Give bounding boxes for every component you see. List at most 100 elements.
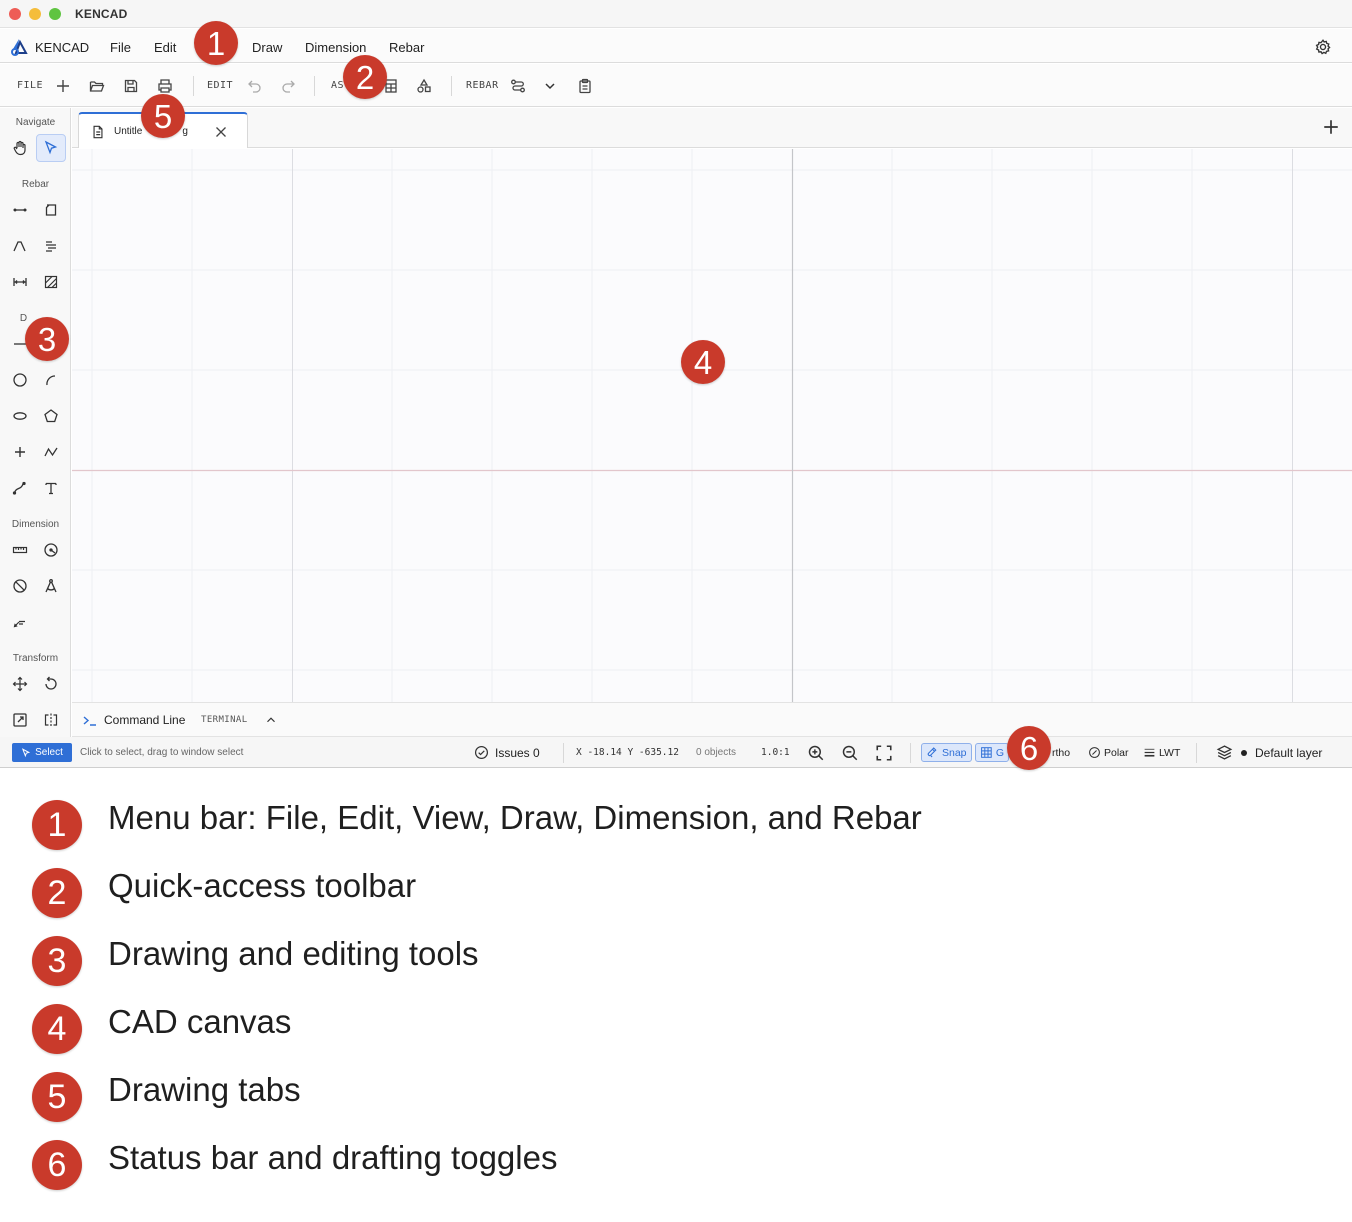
hatch-square-icon — [44, 275, 58, 289]
bent-bar-tool[interactable] — [5, 232, 35, 260]
command-line-panel[interactable]: Command Line TERMINAL — [72, 702, 1352, 737]
legend-text-5: Drawing tabs — [108, 1071, 301, 1108]
section-navigate-label: Navigate — [15, 117, 56, 128]
snap-toggle[interactable]: Snap — [921, 743, 972, 762]
document-icon — [93, 125, 103, 139]
ellipse-icon — [13, 412, 27, 420]
hatch-area-tool[interactable] — [36, 268, 66, 296]
legend-text-2: Quick-access toolbar — [108, 867, 417, 904]
move-arrows-icon — [12, 676, 28, 692]
new-tab-plus-icon[interactable] — [1322, 118, 1340, 136]
lineweight-toggle-label: LWT — [1159, 746, 1181, 759]
zoom-out-icon[interactable] — [841, 744, 859, 762]
leader-tool[interactable] — [5, 608, 35, 636]
lineweight-toggle[interactable]: LWT — [1139, 743, 1184, 762]
callout-marker-6: 6 — [1007, 726, 1051, 770]
zoom-in-icon[interactable] — [807, 744, 825, 762]
menu-edit[interactable]: Edit — [154, 40, 176, 55]
ruler-icon — [12, 546, 28, 554]
rebar-dropdown-button[interactable] — [539, 75, 561, 97]
menu-file[interactable]: File — [110, 40, 131, 55]
window-title: KENCAD — [75, 7, 128, 21]
straight-bar-tool[interactable] — [5, 196, 35, 224]
chevron-up-icon[interactable] — [264, 713, 278, 727]
close-window-button[interactable] — [9, 8, 21, 20]
arc-tool[interactable] — [36, 366, 66, 394]
diameter-dimension-tool[interactable] — [5, 572, 35, 600]
legend-number-1: 1 — [32, 800, 82, 850]
arc-icon — [46, 375, 56, 386]
radius-dimension-tool[interactable] — [36, 536, 66, 564]
legend-number-5: 5 — [32, 1072, 82, 1122]
circle-icon — [13, 373, 27, 387]
move-tool[interactable] — [5, 670, 35, 698]
new-file-button[interactable] — [52, 75, 74, 97]
legend-text-1: Menu bar: File, Edit, View, Draw, Dimens… — [108, 799, 922, 836]
polyline-tool[interactable] — [36, 438, 66, 466]
point-tool[interactable] — [5, 438, 35, 466]
pointer-icon — [22, 747, 31, 757]
grid-icon — [981, 747, 992, 758]
redo-button[interactable] — [277, 75, 299, 97]
undo-button[interactable] — [244, 75, 266, 97]
kencad-logo-icon — [11, 39, 28, 56]
rebar-schedule-button[interactable] — [574, 75, 596, 97]
bar-list-icon — [46, 241, 56, 252]
gear-icon[interactable] — [1314, 38, 1332, 56]
ortho-toggle-label: rtho — [1052, 746, 1071, 759]
cad-canvas[interactable] — [72, 149, 1352, 702]
pan-tool[interactable] — [5, 134, 35, 162]
menu-rebar[interactable]: Rebar — [389, 40, 424, 55]
save-button[interactable] — [120, 75, 142, 97]
toolbar-group-file-label: FILE — [17, 80, 44, 91]
polar-icon — [1089, 747, 1100, 758]
magnet-icon — [927, 747, 937, 758]
text-tool[interactable] — [36, 474, 66, 502]
check-circle-icon — [474, 745, 489, 760]
circle-tool[interactable] — [5, 366, 35, 394]
shapes-button[interactable] — [413, 75, 435, 97]
toolbar-group-assets-label: AS — [331, 80, 345, 91]
leader-icon — [13, 620, 25, 628]
open-file-button[interactable] — [86, 75, 108, 97]
straight-bar-icon — [13, 208, 27, 212]
rebar-shapes-button[interactable] — [507, 75, 529, 97]
minimize-window-button[interactable] — [29, 8, 41, 20]
quick-access-toolbar: FILE EDIT AS REBAR — [0, 64, 1352, 107]
canvas-grid — [72, 149, 1352, 702]
layer-name: Default layer — [1255, 745, 1323, 760]
stirrup-tool[interactable] — [36, 196, 66, 224]
snap-toggle-label: Snap — [942, 746, 967, 759]
select-tool[interactable] — [36, 134, 66, 162]
drawing-tabs: Untitle g — [72, 108, 1352, 148]
diameter-icon — [13, 579, 27, 593]
mirror-tool[interactable] — [36, 706, 66, 734]
fit-view-icon[interactable] — [875, 744, 893, 762]
plus-icon — [57, 80, 69, 92]
toolbar-group-edit-label: EDIT — [207, 80, 234, 91]
menu-draw[interactable]: Draw — [252, 40, 282, 55]
rotate-tool[interactable] — [36, 670, 66, 698]
ellipse-tool[interactable] — [5, 402, 35, 430]
angular-dimension-tool[interactable] — [36, 572, 66, 600]
zoom-window-button[interactable] — [49, 8, 61, 20]
ortho-toggle[interactable]: rtho — [1048, 743, 1074, 762]
bent-bar-icon — [13, 241, 26, 252]
bar-schedule-tool[interactable] — [36, 232, 66, 260]
layer-selector[interactable]: Default layer — [1216, 744, 1322, 761]
close-icon[interactable] — [213, 124, 229, 140]
grid-toggle[interactable]: G — [975, 743, 1009, 762]
scale-tool[interactable] — [5, 706, 35, 734]
bar-spacing-tool[interactable] — [5, 268, 35, 296]
chevron-down-icon — [545, 83, 555, 90]
shapes-icon — [417, 78, 431, 93]
issues-indicator[interactable]: Issues 0 — [474, 745, 540, 760]
callout-marker-2: 2 — [343, 55, 387, 99]
terminal-tag: TERMINAL — [201, 715, 248, 725]
command-line-title: Command Line — [104, 713, 186, 727]
polar-toggle[interactable]: Polar — [1084, 743, 1133, 762]
polygon-tool[interactable] — [36, 402, 66, 430]
linear-dimension-tool[interactable] — [5, 536, 35, 564]
spline-tool[interactable] — [5, 474, 35, 502]
menu-dimension[interactable]: Dimension — [305, 40, 366, 55]
